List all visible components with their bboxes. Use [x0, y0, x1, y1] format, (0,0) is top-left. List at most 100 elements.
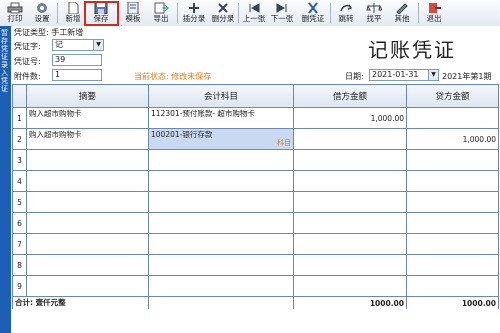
table-header-row: 摘要 会计科目 借方金额 贷方金额	[12, 84, 499, 108]
insert-entry-button[interactable]: 插分录	[180, 1, 208, 25]
voucher-type-label: 凭证类型: 手工新增	[14, 28, 84, 37]
export-button[interactable]: 导出	[147, 1, 175, 25]
account-cell[interactable]	[148, 233, 294, 255]
voucher-header: 凭证类型: 手工新增 凭证字: 记 ▼ 凭证号: 39 附件数: 1 当前状态:…	[12, 26, 500, 82]
credit-cell[interactable]	[406, 254, 499, 276]
table-row[interactable]: 6	[12, 212, 499, 234]
credit-cell[interactable]: 1,000.00	[406, 128, 499, 150]
voucher-word-value: 记	[55, 40, 63, 49]
print-button[interactable]: 打印	[1, 1, 29, 25]
debit-cell[interactable]	[293, 149, 407, 171]
summary-cell[interactable]	[26, 191, 149, 213]
summary-cell[interactable]	[26, 212, 149, 234]
credit-cell[interactable]	[406, 107, 499, 129]
row-index: 1	[12, 107, 27, 129]
new-label: 新增	[65, 14, 81, 23]
template-icon	[127, 2, 139, 14]
next-button[interactable]: 下一张	[268, 1, 296, 25]
voucher-no-field[interactable]: 39	[52, 54, 102, 66]
account-text: 100201-银行存款	[151, 130, 213, 139]
total-label: 合计: 壹仟元整	[12, 296, 149, 309]
jump-button[interactable]: 跳转	[332, 1, 360, 25]
attachments-label: 附件数:	[14, 72, 41, 81]
print-label: 打印	[7, 14, 23, 23]
account-cell[interactable]: 112301-预付账款- 超市购物卡	[148, 107, 294, 129]
side-tab-panel[interactable]: 暂存凭证录入凭证	[0, 26, 11, 333]
summary-cell[interactable]: 购入超市购物卡	[26, 107, 149, 129]
credit-cell[interactable]	[406, 191, 499, 213]
prev-icon	[249, 3, 260, 13]
table-row[interactable]: 4	[12, 170, 499, 192]
insert-entry-label: 插分录	[182, 14, 206, 23]
summary-cell[interactable]	[26, 233, 149, 255]
account-cell[interactable]	[148, 275, 294, 297]
next-label: 下一张	[270, 14, 294, 23]
account-cell[interactable]	[148, 170, 294, 192]
delete-entry-icon	[218, 3, 228, 13]
table-row[interactable]: 2 购入超市购物卡 100201-银行存款 科目 1,000.00	[12, 128, 499, 150]
summary-cell[interactable]	[26, 254, 149, 276]
toolbar: 打印 设置 新增 保存 模板 导出 插分录 删分录 上一张 下一张 删凭证 跳转…	[0, 0, 500, 27]
credit-cell[interactable]	[406, 233, 499, 255]
toolbar-separator	[238, 3, 239, 23]
template-button[interactable]: 模板	[119, 1, 147, 25]
summary-cell[interactable]	[26, 275, 149, 297]
chevron-down-icon[interactable]: ▼	[93, 40, 103, 50]
toolbar-separator	[177, 3, 178, 23]
debit-cell[interactable]	[293, 191, 407, 213]
credit-cell[interactable]	[406, 275, 499, 297]
row-index: 6	[12, 212, 27, 234]
summary-cell[interactable]: 购入超市购物卡	[26, 128, 149, 150]
account-cell-selected[interactable]: 100201-银行存款 科目	[148, 128, 294, 150]
debit-cell[interactable]	[293, 128, 407, 150]
total-debit: 1000.00	[293, 296, 407, 309]
delete-voucher-button[interactable]: 删凭证	[299, 1, 327, 25]
prev-button[interactable]: 上一张	[240, 1, 268, 25]
row-index: 4	[12, 170, 27, 192]
voucher-entry-grid: 摘要 会计科目 借方金额 贷方金额 1 购入超市购物卡 112301-预付账款-…	[12, 84, 499, 333]
debit-cell[interactable]	[293, 275, 407, 297]
attachments-field[interactable]: 1	[52, 69, 102, 81]
other-icon	[396, 3, 408, 14]
debit-cell[interactable]: 1,000.00	[293, 107, 407, 129]
credit-cell[interactable]	[406, 212, 499, 234]
row-index: 8	[12, 254, 27, 276]
total-spacer	[148, 296, 294, 309]
table-row[interactable]: 9	[12, 275, 499, 297]
debit-cell[interactable]	[293, 254, 407, 276]
account-tag[interactable]: 科目	[277, 138, 291, 148]
jump-icon	[340, 4, 353, 12]
balance-button[interactable]: 找平	[360, 1, 388, 25]
settings-button[interactable]: 设置	[28, 1, 56, 25]
new-button[interactable]: 新增	[59, 1, 87, 25]
credit-cell[interactable]	[406, 170, 499, 192]
exit-button[interactable]: 退出	[420, 1, 448, 25]
date-picker[interactable]: 2021-01-31 ▼	[369, 69, 439, 81]
table-row[interactable]: 8	[12, 254, 499, 276]
chevron-down-icon[interactable]: ▼	[428, 70, 438, 80]
other-button[interactable]: 其他	[388, 1, 416, 25]
table-row[interactable]: 7	[12, 233, 499, 255]
delete-voucher-icon	[308, 2, 318, 14]
debit-cell[interactable]	[293, 170, 407, 192]
account-cell[interactable]	[148, 149, 294, 171]
gear-icon	[37, 3, 47, 13]
account-cell[interactable]	[148, 191, 294, 213]
header-credit: 贷方金额	[406, 84, 499, 108]
credit-cell[interactable]	[406, 149, 499, 171]
table-row[interactable]: 5	[12, 191, 499, 213]
period-text: 2021年第1期	[442, 72, 492, 81]
delete-entry-button[interactable]: 删分录	[209, 1, 237, 25]
debit-cell[interactable]	[293, 233, 407, 255]
page-title: 记账凭证	[368, 38, 456, 62]
table-row[interactable]: 3	[12, 149, 499, 171]
account-cell[interactable]	[148, 212, 294, 234]
summary-cell[interactable]	[26, 149, 149, 171]
voucher-word-select[interactable]: 记 ▼	[52, 39, 104, 51]
voucher-no-label: 凭证号:	[14, 57, 41, 66]
balance-icon	[366, 3, 382, 13]
table-row[interactable]: 1 购入超市购物卡 112301-预付账款- 超市购物卡 1,000.00	[12, 107, 499, 129]
account-cell[interactable]	[148, 254, 294, 276]
summary-cell[interactable]	[26, 170, 149, 192]
debit-cell[interactable]	[293, 212, 407, 234]
